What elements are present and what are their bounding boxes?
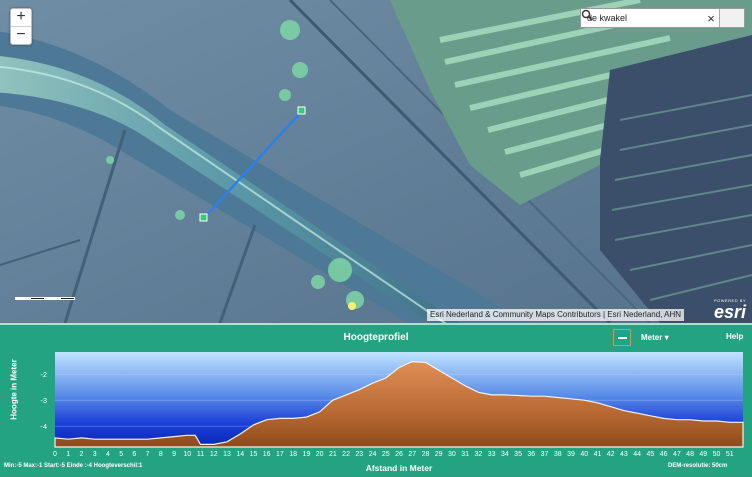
x-tick-label: 17 (276, 451, 284, 458)
dem-resolution: DEM-resolutie: 50cm (668, 463, 728, 469)
x-tick-label: 33 (488, 451, 496, 458)
x-tick-label: 32 (474, 451, 482, 458)
zoom-control: + − (10, 8, 32, 45)
x-tick-label: 42 (607, 451, 615, 458)
x-tick-label: 35 (514, 451, 522, 458)
x-tick-label: 4 (106, 451, 110, 458)
x-tick-label: 23 (355, 451, 363, 458)
x-tick-label: 1 (66, 451, 70, 458)
x-tick-label: 39 (567, 451, 575, 458)
x-tick-label: 26 (395, 451, 403, 458)
x-tick-label: 21 (329, 451, 337, 458)
x-tick-label: 49 (699, 451, 707, 458)
x-tick-label: 24 (369, 451, 377, 458)
x-axis-ticks: 0 1 2 3 4 5 6 7 8 9 10 11 12 13 14 15 16 17 18 19 20 21 22 23 24… (53, 451, 734, 458)
x-tick-label: 48 (686, 451, 694, 458)
panel-title: Hoogteprofiel (343, 332, 409, 343)
x-tick-label: 44 (633, 451, 641, 458)
x-tick-label: 12 (210, 451, 218, 458)
x-tick-label: 31 (461, 451, 469, 458)
x-tick-label: 47 (673, 451, 681, 458)
y-tick-label: -2 (40, 370, 47, 379)
x-tick-label: 8 (159, 451, 163, 458)
x-tick-label: 36 (527, 451, 535, 458)
x-tick-label: 15 (250, 451, 258, 458)
profile-stats: Min:-5 Max:-1 Start:-5 Einde :-4 Hoogtev… (4, 463, 143, 469)
zoom-out-button[interactable]: − (11, 26, 31, 44)
x-tick-label: 14 (236, 451, 244, 458)
x-axis-label: Afstand in Meter (366, 463, 433, 473)
y-axis-ticks: -2 -3 -4 (40, 370, 47, 431)
x-tick-label: 43 (620, 451, 628, 458)
hillshade-map (0, 0, 752, 323)
scale-bar (15, 297, 75, 301)
x-tick-label: 10 (183, 451, 191, 458)
minimize-button[interactable] (613, 329, 631, 346)
x-tick-label: 6 (132, 451, 136, 458)
zoom-in-button[interactable]: + (11, 9, 31, 26)
elevation-profile-panel: -2 -3 -4 0 1 2 3 4 5 6 7 8 9 10 11 12 13 14 15 16 17 18 19 20 2… (0, 323, 752, 475)
search-box: de kwakel × (580, 8, 745, 28)
x-tick-label: 38 (554, 451, 562, 458)
x-tick-label: 29 (435, 451, 443, 458)
x-tick-label: 45 (646, 451, 654, 458)
x-tick-label: 28 (422, 451, 430, 458)
search-icon (581, 9, 593, 21)
x-tick-label: 3 (93, 451, 97, 458)
x-tick-label: 19 (302, 451, 310, 458)
search-button[interactable] (581, 9, 744, 27)
x-tick-label: 27 (408, 451, 416, 458)
x-tick-label: 50 (713, 451, 721, 458)
x-tick-label: 16 (263, 451, 271, 458)
unit-dropdown[interactable]: Meter ▾ (641, 333, 669, 342)
x-tick-label: 11 (197, 451, 204, 458)
help-link[interactable]: Help (726, 332, 743, 341)
x-tick-label: 30 (448, 451, 456, 458)
y-axis-label: Hoogte in Meter (9, 359, 19, 420)
x-tick-label: 25 (382, 451, 390, 458)
x-tick-label: 37 (541, 451, 549, 458)
x-tick-label: 2 (80, 451, 84, 458)
map-attribution: Esri Nederland & Community Maps Contribu… (427, 309, 685, 321)
x-tick-label: 18 (289, 451, 297, 458)
esri-logo: POWERED BY esri (713, 298, 747, 322)
x-tick-label: 0 (53, 451, 57, 458)
x-tick-label: 13 (223, 451, 231, 458)
x-tick-label: 40 (580, 451, 588, 458)
x-tick-label: 5 (119, 451, 123, 458)
y-tick-label: -4 (40, 422, 47, 431)
x-tick-label: 22 (342, 451, 350, 458)
x-tick-label: 9 (172, 451, 176, 458)
x-tick-label: 20 (316, 451, 324, 458)
clear-search-button[interactable]: × (703, 11, 719, 26)
elevation-chart: -2-3-4 0 1 2 3 4 5 6 7 8 9 10 11 12 13 14 15 16 17 18 19 20 2… (40, 352, 744, 473)
x-tick-label: 46 (660, 451, 668, 458)
map-view[interactable]: + − de kwakel × Esri Nederland & Communi… (0, 0, 752, 323)
minus-icon (617, 336, 627, 339)
x-tick-label: 7 (146, 451, 150, 458)
search-input[interactable]: de kwakel (581, 13, 703, 23)
x-tick-label: 41 (594, 451, 602, 458)
y-tick-label: -3 (40, 396, 47, 405)
x-tick-label: 34 (501, 451, 509, 458)
x-tick-label: 51 (726, 451, 734, 458)
